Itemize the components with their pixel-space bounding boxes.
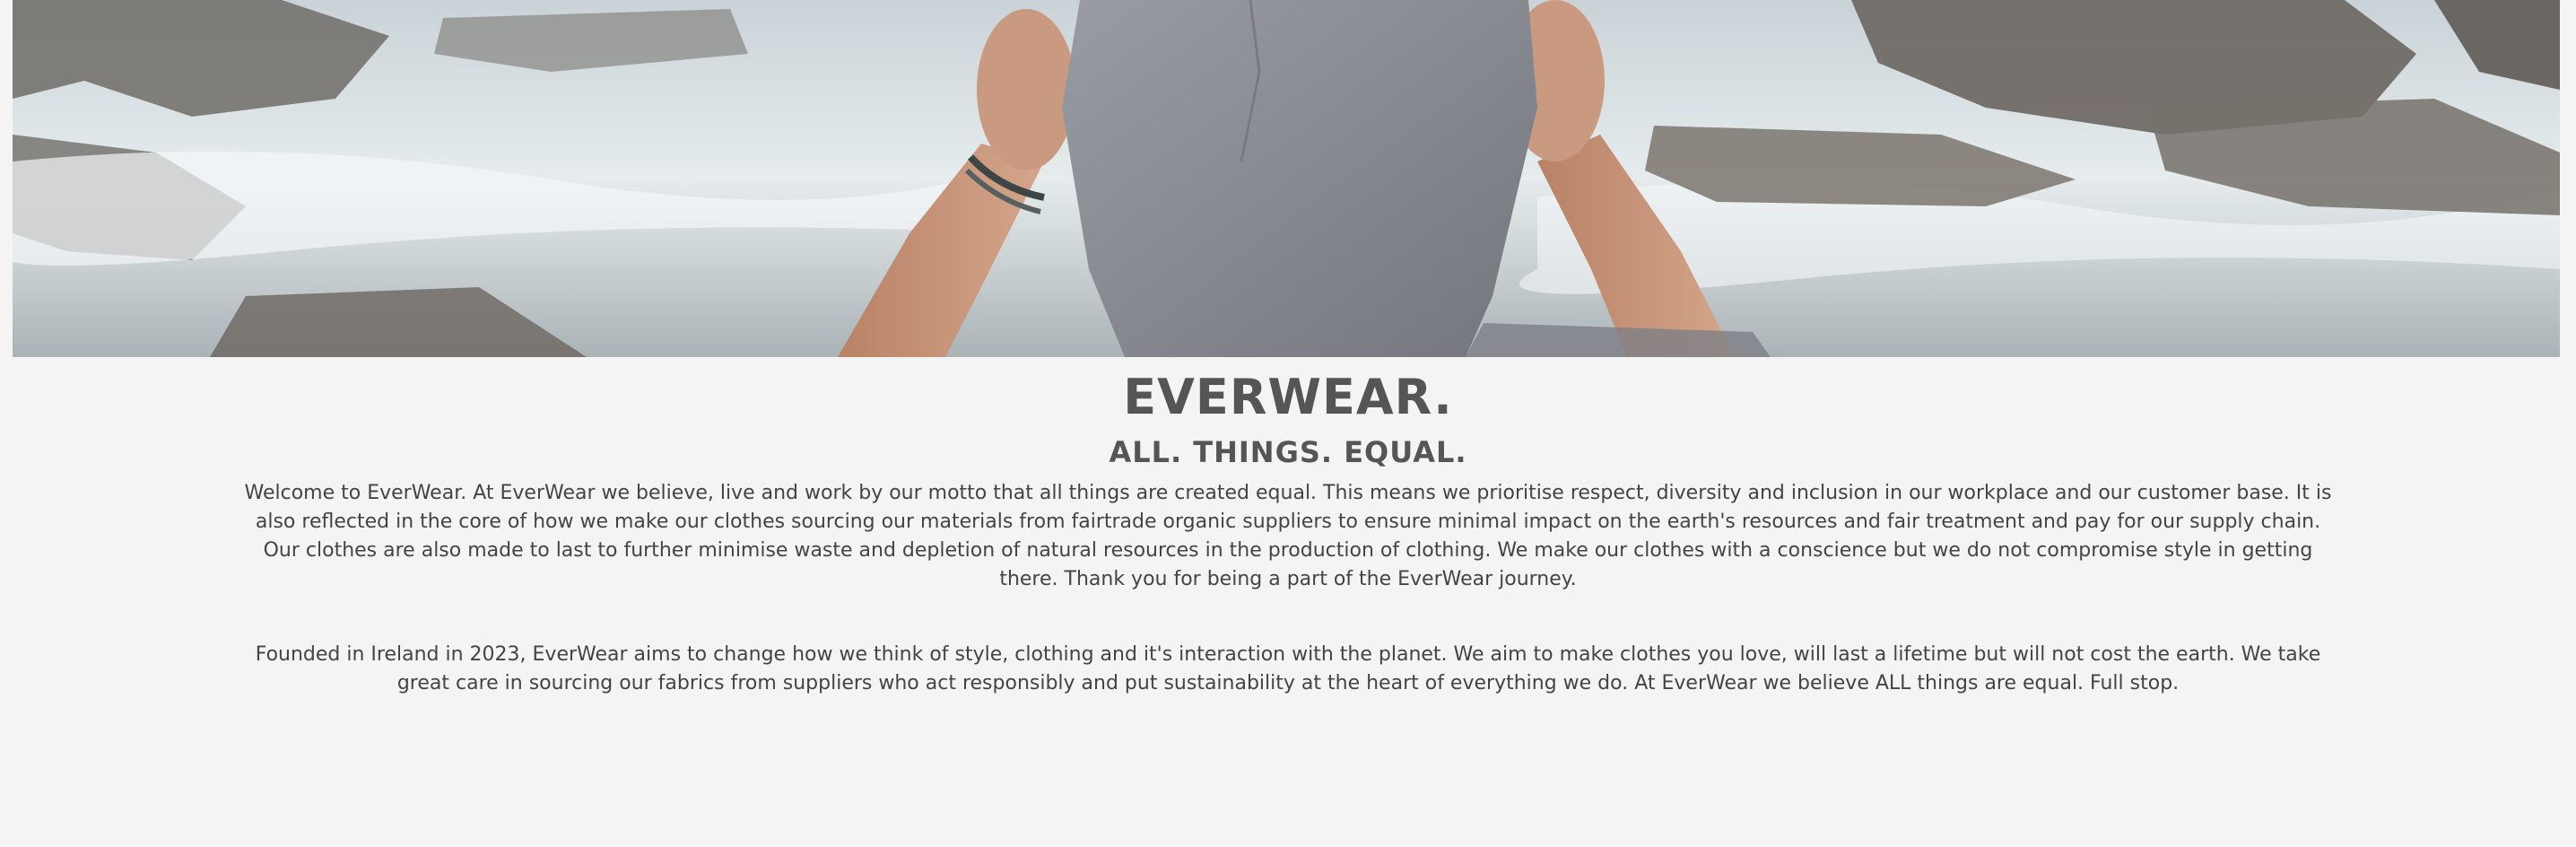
hero-river-photo [13, 0, 2560, 357]
content-section: EVERWEAR. ALL. THINGS. EQUAL. Welcome to… [0, 357, 2576, 698]
intro-paragraph: Welcome to EverWear. At EverWear we beli… [244, 482, 2332, 590]
brand-tagline: ALL. THINGS. EQUAL. [1109, 435, 1467, 469]
about-paragraph: Founded in Ireland in 2023, EverWear aim… [255, 643, 2321, 694]
hero-image [13, 0, 2560, 357]
page: EVERWEAR. ALL. THINGS. EQUAL. Welcome to… [0, 0, 2576, 847]
brand-title: EVERWEAR. [1123, 369, 1453, 425]
